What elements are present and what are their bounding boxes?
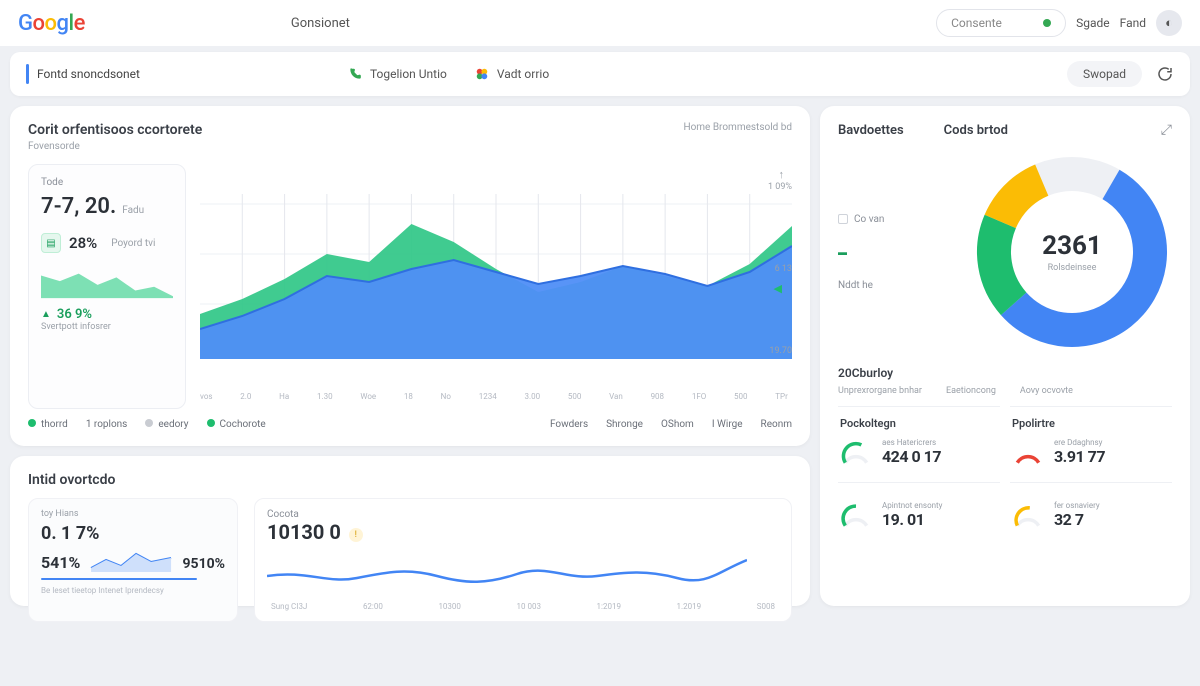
- bottom-card: Intid ovortcdo toy Hians 0. 1 7% 541% 95…: [10, 456, 810, 606]
- logo[interactable]: Google: [18, 11, 85, 36]
- stat-sparkline: [41, 267, 173, 299]
- search-placeholder: Consente: [951, 16, 1002, 30]
- right-mid-label: 20Cburloy: [838, 366, 1172, 380]
- avatar[interactable]: ◐: [1156, 10, 1182, 36]
- subbar-item-1[interactable]: Togelion Untio: [348, 67, 447, 81]
- kpi-alt: 9510%: [183, 556, 225, 572]
- kpi-box: toy Hians 0. 1 7% 541% 9510% Be Ieset ti…: [28, 498, 238, 622]
- metric-title: Ppolirtre: [1012, 417, 1170, 430]
- top-center-label: Gonsionet: [291, 16, 350, 31]
- kpi-pct: 541%: [41, 553, 80, 572]
- tab-item[interactable]: Eaetioncong: [946, 386, 996, 396]
- stat-delta: 36 9%: [57, 307, 92, 322]
- phone-icon: [348, 67, 362, 81]
- donut-center-sub: Rolsdeinsee: [1048, 263, 1097, 273]
- donut-legend-item[interactable]: Nddt he: [838, 280, 906, 291]
- tab-item[interactable]: Unprexrorgane bnhar: [838, 386, 922, 396]
- search-input[interactable]: Consente: [936, 9, 1066, 37]
- main-card-subtitle: Fovensorde: [28, 141, 202, 152]
- subbar-breadcrumb[interactable]: Fontd snoncdsonet: [26, 64, 140, 84]
- x-axis-ticks: vos2.0Ha 1.30Woe18 No12343.00 500Van908 …: [200, 392, 792, 401]
- caret-up-icon: ▲: [41, 309, 51, 320]
- metric-value: 19. 01: [882, 510, 942, 529]
- metric-value: 3.91 77: [1054, 447, 1105, 466]
- kpi-label: toy Hians: [41, 509, 225, 519]
- main-chart-card: Corit orfentisoos ccortorete Fovensorde …: [10, 106, 810, 446]
- legend-item[interactable]: eedory: [145, 419, 188, 430]
- bottom-card-title: Intid ovortcdo: [28, 472, 792, 488]
- subbar-item-2[interactable]: Vadt orrio: [475, 67, 549, 81]
- stat-label: Tode: [41, 177, 173, 188]
- subbar-item-2-label: Vadt orrio: [497, 67, 549, 81]
- area-chart: ↑ ◀: [200, 164, 792, 409]
- right-tab-2[interactable]: Cods brtod: [944, 123, 1008, 138]
- progress-bar: [41, 578, 197, 580]
- line-box-value: 10130 0: [267, 520, 341, 544]
- metric-cell: Ppolirtre ere Ddaghnsy3.91 77: [1010, 406, 1172, 472]
- line-chart: [267, 550, 747, 594]
- main-card-title: Corit orfentisoos ccortorete: [28, 122, 202, 138]
- stat-box: Tode 7-7, 20.Fadu ▤ 28% Poyord tvi ▲ 36 …: [28, 164, 186, 409]
- line-x-ticks: Sung CI3J62:00 1030010 003 1:20191.2019 …: [267, 602, 779, 611]
- metric-cell: Apintnot ensonty19. 01: [838, 482, 1000, 535]
- line-box-title: Cocota: [267, 509, 779, 520]
- subbar-action-button[interactable]: Swopad: [1067, 61, 1142, 87]
- kpi-sparkline: [90, 550, 172, 572]
- y-axis-labels: 1 09%6 1319.70: [768, 164, 792, 384]
- main-headline-right: Home Brommestsold bd: [683, 122, 792, 133]
- refresh-icon[interactable]: [1156, 65, 1174, 83]
- donut-chart: 2361 Rolsdeinsee: [972, 152, 1172, 352]
- stat-delta-sub: Svertpott infosrer: [41, 322, 173, 332]
- tab-item[interactable]: Aovy ocvovte: [1020, 386, 1073, 396]
- legend-item[interactable]: Cochorote: [207, 419, 266, 430]
- top-link-2[interactable]: Fand: [1120, 16, 1146, 30]
- subbar: Fontd snoncdsonet Togelion Untio Vadt or…: [10, 52, 1190, 96]
- right-tabs: Unprexrorgane bnhar Eaetioncong Aovy ocv…: [838, 386, 1172, 396]
- badge-icon: ▤: [41, 233, 61, 253]
- top-link-1[interactable]: Sgade: [1076, 16, 1110, 30]
- kpi-footer: Be Ieset tieetop Intenet Iprendecsy: [41, 586, 225, 595]
- gauge-icon: [1012, 499, 1044, 531]
- gauge-icon: [1012, 436, 1044, 468]
- stat-big-value: 7-7, 20.Fadu: [41, 194, 173, 219]
- multi-color-icon: [475, 67, 489, 81]
- metric-value: 424 0 17: [882, 447, 941, 466]
- metric-title: Pockoltegn: [840, 417, 998, 430]
- metric-cell: fer osnaviery32 7: [1010, 482, 1172, 535]
- legend-item[interactable]: Reonm: [761, 419, 792, 430]
- topbar: Google Gonsionet Consente Sgade Fand ◐: [0, 0, 1200, 46]
- stat-pct: 28%: [69, 234, 97, 252]
- kpi-value: 0. 1 7%: [41, 523, 225, 544]
- donut-legend-item[interactable]: ▬: [838, 247, 906, 258]
- gauge-icon: [840, 436, 872, 468]
- legend-item[interactable]: thorrd: [28, 419, 68, 430]
- stat-pct-suffix: Poyord tvi: [111, 238, 155, 249]
- gauge-icon: [840, 499, 872, 531]
- legend-item[interactable]: OShom: [661, 419, 694, 430]
- metric-value: 32 7: [1054, 510, 1100, 529]
- active-indicator-icon: [26, 64, 29, 84]
- warning-icon: !: [349, 528, 363, 542]
- subbar-left-label: Fontd snoncdsonet: [37, 67, 140, 81]
- subbar-item-1-label: Togelion Untio: [370, 67, 447, 81]
- line-chart-box: Cocota 10130 0 ! Sung CI3J62:00 1030010 …: [254, 498, 792, 622]
- legend-item[interactable]: Fowders: [550, 419, 588, 430]
- legend-item[interactable]: Shronge: [606, 419, 643, 430]
- donut-center-value: 2361: [1042, 231, 1102, 261]
- right-tab-1[interactable]: Bavdoettes: [838, 123, 904, 138]
- chart-legend: thorrd 1 roplons eedory Cochorote Fowder…: [28, 419, 792, 430]
- status-dot-icon: [1043, 19, 1051, 27]
- metric-cell: Pockoltegn aes Hatericrers424 0 17: [838, 406, 1000, 472]
- legend-item[interactable]: I Wirge: [712, 419, 743, 430]
- donut-legend: Co van ▬ Nddt he: [838, 214, 906, 291]
- legend-item[interactable]: 1 roplons: [86, 419, 128, 430]
- donut-card: Bavdoettes Cods brtod ⤢ Co van ▬ Nddt he…: [820, 106, 1190, 606]
- donut-legend-item[interactable]: Co van: [838, 214, 906, 225]
- expand-icon[interactable]: ⤢: [1161, 122, 1172, 138]
